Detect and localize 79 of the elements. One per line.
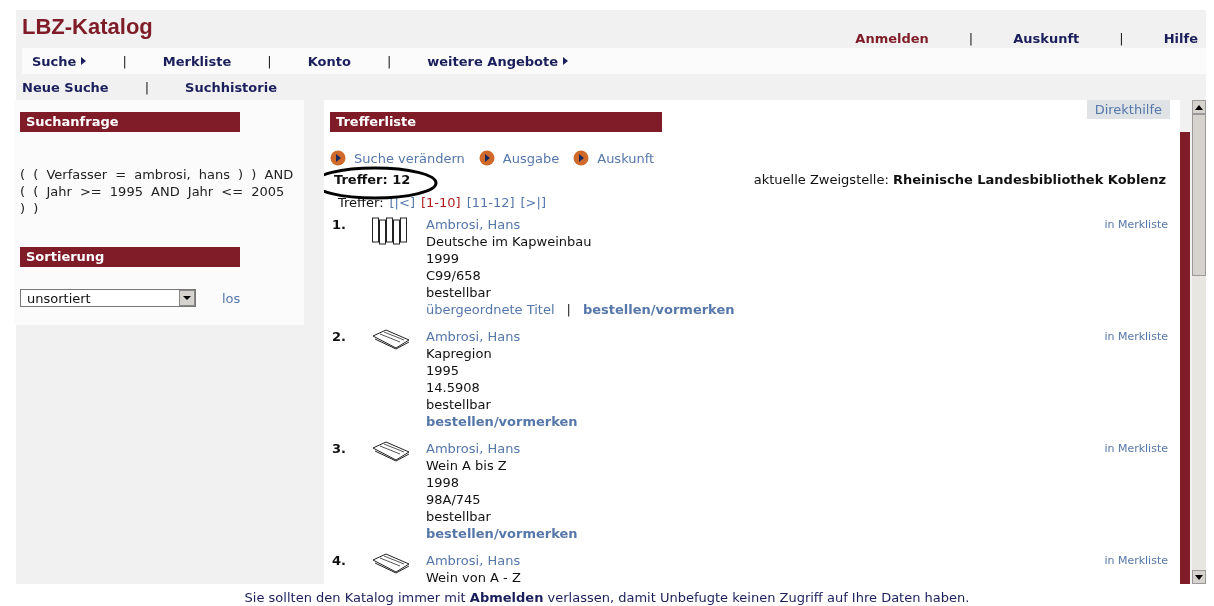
record-detail: 98A/745 [426,491,482,508]
record-link[interactable]: bestellen/vormerken [426,414,578,429]
record-number: 3. [331,440,347,458]
separator: | [1119,31,1124,46]
record-detail: Kapregion [426,345,493,362]
record-number: 2. [331,328,347,346]
open-book-icon [372,552,410,574]
page-link[interactable]: [1-10] [420,195,461,210]
record-detail: 14.5908 [426,379,481,396]
action-link[interactable]: Ausgabe [478,150,560,166]
branch-name: Rheinische Landesbibliothek Koblenz [893,172,1166,187]
nav-link[interactable]: weitere Angebote [427,53,569,69]
header-link[interactable]: Anmelden [855,31,929,46]
action-link[interactable]: Auskunft [573,150,655,166]
record-detail: 1998 [426,474,461,491]
nav-link[interactable]: Merkliste [162,53,232,69]
section-title: Trefferliste [330,112,662,132]
author-link[interactable]: Ambrosi, Hans [426,552,1105,569]
logo[interactable]: LBZ-Katalog [22,14,153,40]
page-link[interactable]: [11-12] [466,195,515,210]
play-circle-icon [573,150,590,166]
play-circle-icon [330,150,346,166]
watchlist-link[interactable]: in Merkliste [1104,552,1168,569]
record-detail: bestellbar [426,396,492,413]
up-arrow-icon [1195,104,1203,110]
arrow-icon [81,57,87,65]
separator: | [566,302,571,317]
paging-label: Treffer: [338,195,384,210]
open-book-icon [372,440,410,462]
record-detail: bestellbar [426,284,492,301]
record-detail: Wein A bis Z [426,457,508,474]
action-link[interactable]: Suche verändern [330,150,465,166]
books-icon [372,216,408,246]
record-detail: Wein von A - Z [426,569,522,584]
separator: | [267,53,272,69]
play-circle-icon [478,150,495,166]
record-detail: C99/658 [426,267,482,284]
nav-link[interactable]: Suche [32,53,87,69]
branch-label: aktuelle Zweigstelle: [753,172,890,187]
author-link[interactable]: Ambrosi, Hans [426,440,1105,457]
separator: | [144,79,150,95]
scroll-thumb[interactable] [1192,114,1206,276]
sort-select[interactable]: unsortiert [20,289,196,307]
section-title: Suchanfrage [20,112,240,132]
page-link[interactable]: [>|] [520,195,546,210]
record-detail: 1995 [426,362,461,379]
separator: | [968,31,974,46]
record-number: 4. [331,552,347,570]
record-link[interactable]: übergeordnete Titel [426,302,555,317]
watchlist-link[interactable]: in Merkliste [1104,216,1168,233]
hit-count: Treffer: 12 [334,172,411,187]
down-arrow-icon [1195,574,1203,580]
subnav-link[interactable]: Suchhistorie [185,79,277,95]
arrow-icon [563,57,569,65]
record-number: 1. [331,216,347,234]
open-book-icon [372,328,410,350]
nav-link[interactable]: Konto [307,53,351,69]
author-link[interactable]: Ambrosi, Hans [426,328,1105,345]
scroll-up-button[interactable] [1192,100,1206,114]
watchlist-link[interactable]: in Merkliste [1104,440,1168,457]
record-detail: Deutsche im Kapweinbau [426,233,593,250]
separator: | [386,53,392,69]
go-link[interactable]: los [222,290,241,306]
section-title: Sortierung [20,247,240,267]
scroll-down-button[interactable] [1192,570,1206,584]
watchlist-link[interactable]: in Merkliste [1104,328,1168,345]
separator: | [122,53,127,69]
record-detail: bestellbar [426,508,492,525]
header-link[interactable]: Auskunft [1013,31,1080,46]
record-link[interactable]: bestellen/vormerken [426,526,578,541]
record-link[interactable]: bestellen/vormerken [582,302,735,317]
help-link[interactable]: Direkthilfe [1086,100,1170,119]
header-link[interactable]: Hilfe [1163,31,1198,46]
author-link[interactable]: Ambrosi, Hans [426,216,1105,233]
footer-notice: Sie sollten den Katalog immer mit Abmelden verlassen, damit Unbefugte keinen Zugriff auf Ihre Daten haben. [243,589,971,605]
scrollbar[interactable] [1192,100,1206,584]
search-query: ( ( Verfasser = ambrosi, hans ) ) AND ( ( Jahr >= 1995 AND Jahr <= 2005 ) ) [20,166,294,217]
record-detail: 1999 [426,250,461,267]
subnav-link[interactable]: Neue Suche [22,79,109,95]
